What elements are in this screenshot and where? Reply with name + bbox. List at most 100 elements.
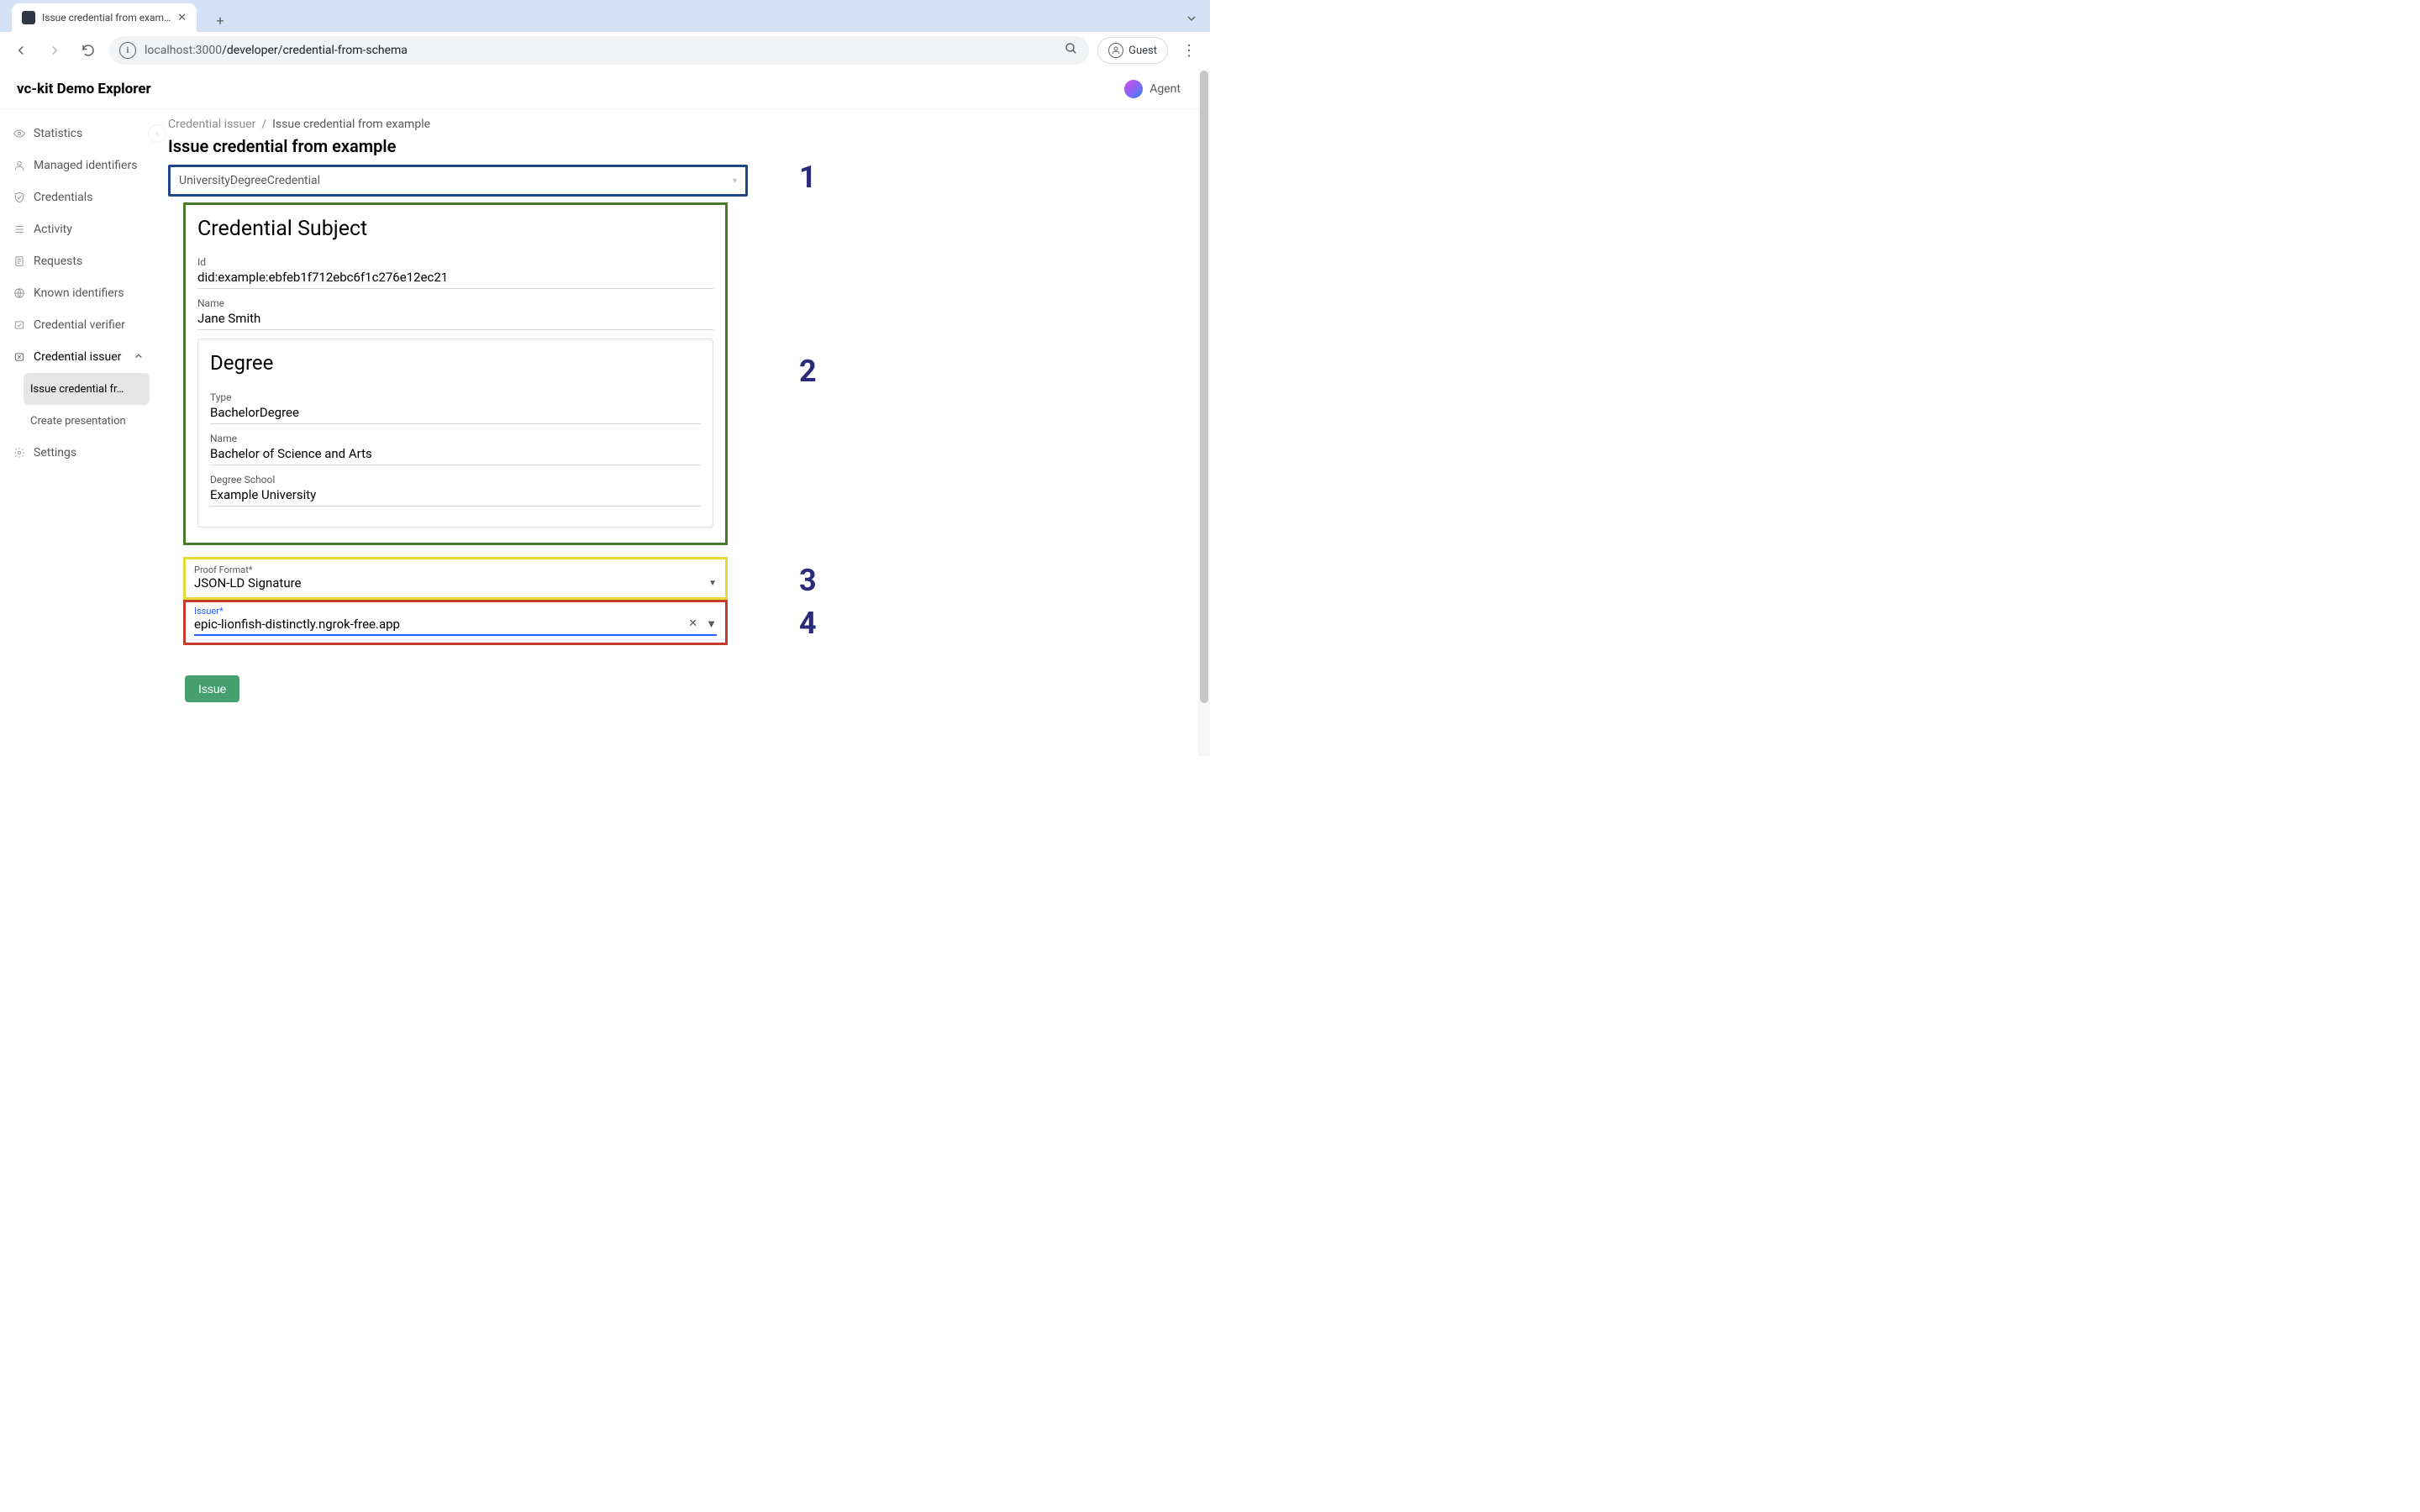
main-card: Credential issuer / Issue credential fro… [156,109,1198,756]
site-info-icon[interactable]: i [119,42,136,59]
degree-type-input[interactable]: BachelorDegree [210,405,701,424]
new-tab-button[interactable]: + [208,8,232,32]
sidebar-item-issue-credential[interactable]: Issue credential fr… [24,373,150,405]
agent-label: Agent [1150,82,1181,96]
sidebar-item-activity[interactable]: Activity [7,213,150,245]
back-button[interactable] [8,38,34,63]
credential-type-value: UniversityDegreeCredential [179,174,320,187]
forward-button[interactable] [42,38,67,63]
sidebar-item-label: Settings [34,446,76,459]
tab-title: Issue credential from exampl [42,12,171,24]
url-text: localhost:3000/developer/credential-from… [145,44,408,57]
credential-subject-heading: Credential Subject [197,217,713,241]
annotation-1: 1 [799,160,817,195]
sidebar-submenu: Issue credential fr… Create presentation [7,373,150,437]
degree-panel: Degree Type BachelorDegree Name Bachelor… [197,339,713,528]
sidebar-item-statistics[interactable]: Statistics [7,118,150,150]
field-degree-name: Name Bachelor of Science and Arts [210,433,701,465]
profile-button[interactable]: Guest [1097,37,1168,64]
verify-icon [13,319,25,331]
main-scroll: Credential issuer / Issue credential fro… [156,109,1198,756]
degree-school-input[interactable]: Example University [210,487,701,507]
proof-format-value: JSON-LD Signature [194,575,302,591]
credential-type-select[interactable]: UniversityDegreeCredential ▾ [168,165,748,197]
issue-button[interactable]: Issue [185,675,239,702]
proof-format-select[interactable]: Proof Format* JSON-LD Signature ▼ [183,557,728,600]
agent-avatar [1124,80,1143,98]
address-bar[interactable]: i localhost:3000/developer/credential-fr… [109,36,1089,65]
sidebar-item-label: Create presentation [30,415,126,428]
browser-tab[interactable]: Issue credential from exampl ✕ [12,3,197,32]
field-degree-school: Degree School Example University [210,474,701,507]
field-name: Name Jane Smith [197,297,713,330]
sidebar-item-credentials[interactable]: Credentials [7,181,150,213]
sidebar-item-label: Issue credential fr… [30,383,124,396]
tabs-overflow-icon[interactable] [1183,10,1200,27]
tab-favicon [22,11,35,24]
user-icon [13,160,25,171]
sidebar-item-credential-issuer[interactable]: Credential issuer [7,341,150,373]
list-icon [13,223,25,235]
issuer-value-row: epic-lionfish-distinctly.ngrok-free.app … [194,617,717,636]
sidebar-item-label: Credential issuer [34,350,121,364]
issuer-value: epic-lionfish-distinctly.ngrok-free.app [194,617,400,632]
field-id: Id did:example:ebfeb1f712ebc6f1c276e12ec… [197,256,713,289]
id-input[interactable]: did:example:ebfeb1f712ebc6f1c276e12ec21 [197,270,713,289]
annotation-4: 4 [799,606,817,641]
degree-name-label: Name [210,433,701,444]
shield-icon [13,192,25,203]
chevron-up-icon [134,352,143,363]
breadcrumb-parent[interactable]: Credential issuer [168,118,255,131]
guest-avatar-icon [1108,43,1123,58]
degree-school-label: Degree School [210,474,701,486]
issuer-select[interactable]: Issuer* epic-lionfish-distinctly.ngrok-f… [183,600,728,645]
issue-icon [13,351,25,363]
annotation-3: 3 [799,563,817,598]
sidebar-item-requests[interactable]: Requests [7,245,150,277]
credential-subject-panel: Credential Subject Id did:example:ebfeb1… [183,202,728,545]
sidebar-item-managed-identifiers[interactable]: Managed identifiers [7,150,150,181]
reload-button[interactable] [76,38,101,63]
doc-icon [13,255,25,267]
chevron-down-icon: ▾ [733,176,737,186]
breadcrumb-current: Issue credential from example [272,118,430,131]
browser-menu-icon[interactable]: ⋮ [1176,42,1202,60]
field-degree-type: Type BachelorDegree [210,391,701,424]
globe-icon [13,287,25,299]
tab-bar: Issue credential from exampl ✕ + [0,0,1210,32]
main-content: ‹ Credential issuer / Issue credential f… [156,109,1210,756]
form-container: 1 UniversityDegreeCredential ▾ 2 Credent… [156,165,1198,702]
tab-close-icon[interactable]: ✕ [177,12,187,24]
page-title: Issue credential from example [156,136,1198,165]
proof-format-label: Proof Format* [194,564,717,575]
sidebar-item-credential-verifier[interactable]: Credential verifier [7,309,150,341]
browser-chrome: Issue credential from exampl ✕ + i local… [0,0,1210,69]
app-header: vc-kit Demo Explorer Agent [0,69,1210,109]
sidebar-item-settings[interactable]: Settings [7,437,150,469]
app-title: vc-kit Demo Explorer [17,81,151,97]
proof-format-value-row: JSON-LD Signature ▼ [194,575,717,591]
id-label: Id [197,256,713,268]
sidebar-collapse-button[interactable]: ‹ [148,124,166,143]
name-input[interactable]: Jane Smith [197,311,713,330]
scrollbar-thumb[interactable] [1200,71,1208,703]
zoom-icon[interactable] [1064,41,1079,60]
sidebar: Statistics Managed identifiers Credentia… [0,109,156,756]
sidebar-item-label: Requests [34,255,82,268]
issuer-icons: ✕ ▼ [688,617,717,631]
sidebar-item-label: Credentials [34,191,92,204]
page-scrollbar[interactable] [1198,69,1210,756]
sidebar-item-known-identifiers[interactable]: Known identifiers [7,277,150,309]
sidebar-item-create-presentation[interactable]: Create presentation [24,405,150,437]
gear-icon [13,447,25,459]
clear-icon[interactable]: ✕ [688,617,697,631]
dropdown-arrow-icon[interactable]: ▼ [706,617,717,631]
name-label: Name [197,297,713,309]
browser-toolbar: i localhost:3000/developer/credential-fr… [0,32,1210,69]
degree-name-input[interactable]: Bachelor of Science and Arts [210,446,701,465]
breadcrumb: Credential issuer / Issue credential fro… [156,109,1198,136]
degree-type-label: Type [210,391,701,403]
app-layout: Statistics Managed identifiers Credentia… [0,109,1210,756]
agent-menu[interactable]: Agent [1124,80,1181,98]
guest-label: Guest [1128,45,1157,57]
